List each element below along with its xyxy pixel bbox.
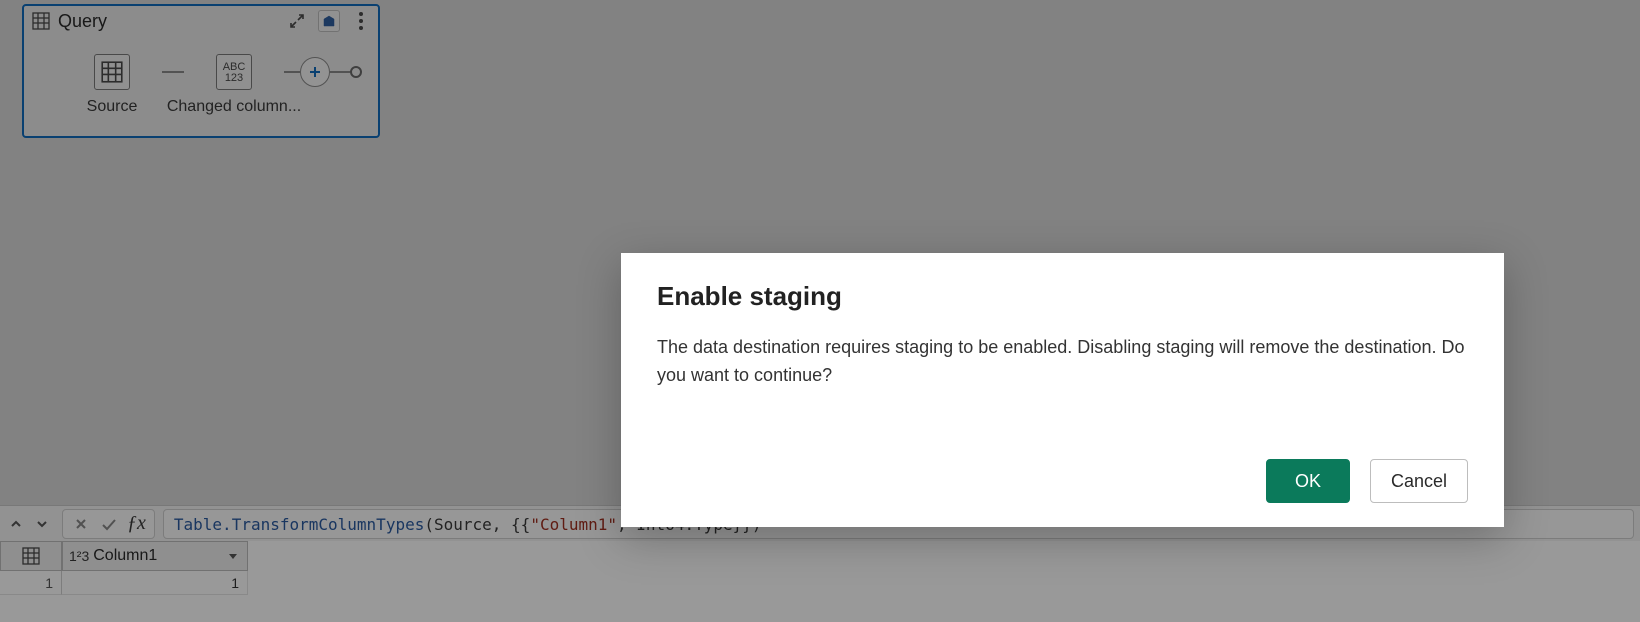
- step-label: Changed column...: [164, 98, 304, 116]
- data-grid[interactable]: 1²3 Column1 1 1: [0, 541, 1640, 622]
- query-node-card[interactable]: Query: [22, 4, 380, 138]
- formula-fn: Table.TransformColumnTypes: [174, 515, 424, 534]
- column-filter-dropdown-icon[interactable]: [225, 551, 241, 561]
- step-label: Source: [87, 98, 138, 116]
- step-changed-column-type[interactable]: ABC 123 Changed column...: [184, 54, 284, 116]
- destination-icon[interactable]: [318, 10, 340, 32]
- column-name: Column1: [93, 547, 221, 565]
- more-options-icon[interactable]: [350, 10, 372, 32]
- column-type-icon: 1²3: [69, 548, 89, 564]
- dialog-body: The data destination requires staging to…: [657, 334, 1468, 390]
- applied-steps-row: Source ABC 123 Changed column...: [24, 36, 378, 126]
- query-title: Query: [58, 11, 286, 32]
- cancel-button[interactable]: Cancel: [1370, 459, 1468, 503]
- type-tag-123: 123: [225, 73, 243, 84]
- step-connector: [284, 71, 300, 73]
- step-source[interactable]: Source: [62, 54, 162, 116]
- chevron-up-icon[interactable]: [6, 514, 26, 534]
- output-node[interactable]: [350, 66, 362, 78]
- chevron-down-icon[interactable]: [32, 514, 52, 534]
- grid-cell[interactable]: 1: [62, 571, 248, 595]
- dialog-title: Enable staging: [657, 281, 1468, 312]
- collapse-icon[interactable]: [286, 10, 308, 32]
- step-connector: [162, 71, 184, 73]
- accept-formula-icon[interactable]: [99, 514, 119, 534]
- column-type-icon: ABC 123: [216, 54, 252, 90]
- formula-text: (Source, {{: [424, 515, 530, 534]
- table-icon: [30, 10, 52, 32]
- enable-staging-dialog: Enable staging The data destination requ…: [621, 253, 1504, 527]
- grid-corner[interactable]: [0, 541, 62, 571]
- formula-bar-controls: ƒx: [62, 509, 155, 539]
- add-step-button[interactable]: [300, 57, 330, 87]
- cancel-formula-icon[interactable]: [71, 514, 91, 534]
- formula-string: "Column1": [530, 515, 617, 534]
- ok-button[interactable]: OK: [1266, 459, 1350, 503]
- fx-icon[interactable]: ƒx: [127, 512, 146, 535]
- step-connector: [330, 71, 350, 73]
- column-header[interactable]: 1²3 Column1: [62, 541, 248, 571]
- table-icon: [94, 54, 130, 90]
- row-number[interactable]: 1: [0, 571, 62, 595]
